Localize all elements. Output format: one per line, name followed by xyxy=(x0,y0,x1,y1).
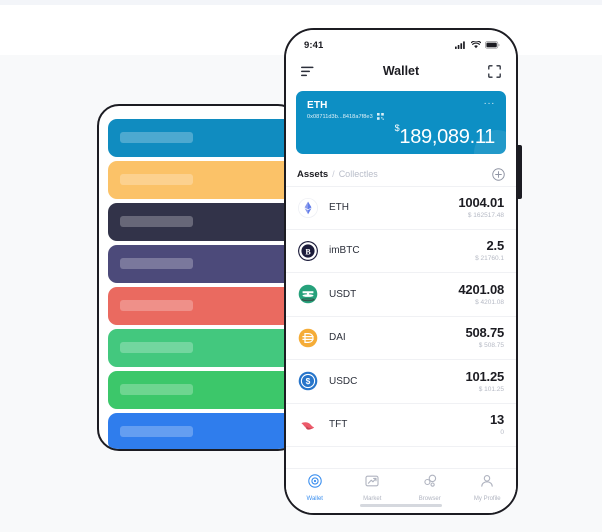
asset-fiat-value: $ 162517.48 xyxy=(467,212,504,220)
token-card[interactable]: ▷ xyxy=(108,287,298,325)
asset-values: 101.25 $ 101.25 xyxy=(465,368,504,393)
signal-bars-icon xyxy=(455,41,465,49)
tab-collectibles[interactable]: Collectles xyxy=(339,169,378,179)
qr-code-icon[interactable] xyxy=(376,113,384,120)
tether-icon xyxy=(298,284,318,304)
asset-fiat-value: 0 xyxy=(500,429,504,437)
asset-fiat-value: $ 21760.1 xyxy=(475,255,504,263)
wallet-address-row[interactable]: 0x08711d3b...8418a7f8e3 xyxy=(307,113,495,120)
tabbar-item-my-profile[interactable]: My Profile xyxy=(459,474,517,513)
token-card-label-placeholder xyxy=(120,300,193,311)
tab-separator: / xyxy=(332,169,335,179)
tft-icon xyxy=(298,415,318,435)
asset-values: 508.75 $ 508.75 xyxy=(465,325,504,350)
token-card[interactable]: B xyxy=(108,371,298,409)
token-card-label-placeholder xyxy=(120,384,193,395)
asset-amount: 2.5 xyxy=(486,238,505,254)
tabbar-label: Wallet xyxy=(306,496,323,502)
asset-row[interactable]: USDT 4201.08 $ 4201.08 xyxy=(286,273,516,317)
token-card[interactable]: ⚛ xyxy=(108,203,298,241)
token-card[interactable]: B xyxy=(108,161,298,199)
asset-values: 1004.01 $ 162517.48 xyxy=(458,195,504,220)
tabbar-label: Browser xyxy=(418,496,441,502)
asset-row[interactable]: TFT 13 0 xyxy=(286,404,516,447)
asset-row[interactable]: BimBTC 2.5 $ 21760.1 xyxy=(286,230,516,273)
asset-fiat-value: $ 508.75 xyxy=(478,342,504,350)
wifi-icon xyxy=(471,41,481,49)
svg-text:$: $ xyxy=(306,376,311,386)
token-card-label-placeholder xyxy=(120,174,193,185)
asset-name: ETH xyxy=(329,202,349,214)
ethereum-icon xyxy=(298,197,318,218)
status-bar: 9:41 xyxy=(286,30,516,56)
token-card-label-placeholder xyxy=(120,132,193,143)
market-icon xyxy=(365,474,379,493)
profile-icon xyxy=(480,474,494,493)
asset-name: USDC xyxy=(329,375,358,387)
asset-amount: 508.75 xyxy=(465,325,504,341)
asset-row[interactable]: ETH 1004.01 $ 162517.48 xyxy=(286,186,516,230)
asset-values: 2.5 $ 21760.1 xyxy=(475,238,505,263)
asset-name: TFT xyxy=(329,419,348,431)
battery-icon xyxy=(485,41,500,49)
svg-text:B: B xyxy=(305,247,311,256)
asset-values: 13 0 xyxy=(489,412,504,437)
asset-name: DAI xyxy=(329,332,346,344)
token-card-label-placeholder xyxy=(120,426,193,437)
front-phone-device: 9:41 Wallet ETH ··· 0x08711d3b...8418a7f… xyxy=(284,28,518,515)
wallet-screen: 9:41 Wallet ETH ··· 0x08711d3b...8418a7f… xyxy=(286,30,516,513)
token-card[interactable]: L xyxy=(108,413,298,449)
home-indicator xyxy=(360,503,442,507)
asset-list: ETH 1004.01 $ 162517.48 BimBTC 2.5 $ 21760.1 U… xyxy=(286,186,516,447)
page-title: Wallet xyxy=(382,64,420,78)
tabbar-item-wallet[interactable]: Wallet xyxy=(286,474,344,513)
token-card[interactable]: ♦ xyxy=(108,119,298,157)
asset-values: 4201.08 $ 4201.08 xyxy=(458,281,504,306)
token-card-label-placeholder xyxy=(120,342,193,353)
status-time: 9:41 xyxy=(304,39,324,51)
asset-tabs: Assets / Collectles xyxy=(297,165,505,183)
tabbar-label: My Profile xyxy=(473,496,501,502)
hamburger-menu-icon[interactable] xyxy=(301,66,314,77)
nav-bar: Wallet xyxy=(286,56,516,86)
status-indicators xyxy=(455,41,500,49)
asset-row[interactable]: $ USDC 101.25 $ 101.25 xyxy=(286,360,516,404)
back-phone-device: ♦B⚛◈▷NBL xyxy=(97,104,300,451)
tab-assets[interactable]: Assets xyxy=(297,169,328,180)
phone-side-button[interactable] xyxy=(518,145,522,199)
more-options-icon[interactable]: ··· xyxy=(484,99,496,109)
token-card-label-placeholder xyxy=(120,216,193,227)
wallet-address: 0x08711d3b...8418a7f8e3 xyxy=(307,113,373,120)
dai-icon xyxy=(298,328,318,348)
balance-amount: $189,089.11 xyxy=(395,124,496,148)
browser-icon xyxy=(423,474,437,493)
asset-name: USDT xyxy=(329,288,357,300)
scan-qr-icon[interactable] xyxy=(488,64,501,78)
tabbar-label: Market xyxy=(363,496,382,502)
usdc-icon: $ xyxy=(298,371,318,391)
asset-amount: 1004.01 xyxy=(458,195,504,211)
token-card[interactable]: N xyxy=(108,329,298,367)
tabbar-item-browser[interactable]: Browser xyxy=(401,474,459,513)
token-card[interactable]: ◈ xyxy=(108,245,298,283)
asset-amount: 13 xyxy=(489,412,504,428)
imbtc-icon: B xyxy=(298,240,318,261)
asset-name: imBTC xyxy=(329,245,360,257)
currency-symbol: $ xyxy=(394,123,400,134)
eth-balance-card[interactable]: ETH ··· 0x08711d3b...8418a7f8e3 $189,089… xyxy=(296,91,506,154)
balance-value: 189,089.11 xyxy=(399,126,495,148)
token-card-label-placeholder xyxy=(120,258,193,269)
asset-row[interactable]: DAI 508.75 $ 508.75 xyxy=(286,317,516,360)
card-symbol: ETH xyxy=(307,100,328,111)
asset-fiat-value: $ 4201.08 xyxy=(475,298,504,306)
token-card-list: ♦B⚛◈▷NBL xyxy=(108,119,298,449)
wallet-icon xyxy=(308,474,322,493)
asset-amount: 101.25 xyxy=(465,368,504,384)
asset-amount: 4201.08 xyxy=(458,281,504,297)
add-asset-icon[interactable] xyxy=(492,167,505,181)
tabbar-item-market[interactable]: Market xyxy=(344,474,402,513)
asset-fiat-value: $ 101.25 xyxy=(478,385,504,393)
